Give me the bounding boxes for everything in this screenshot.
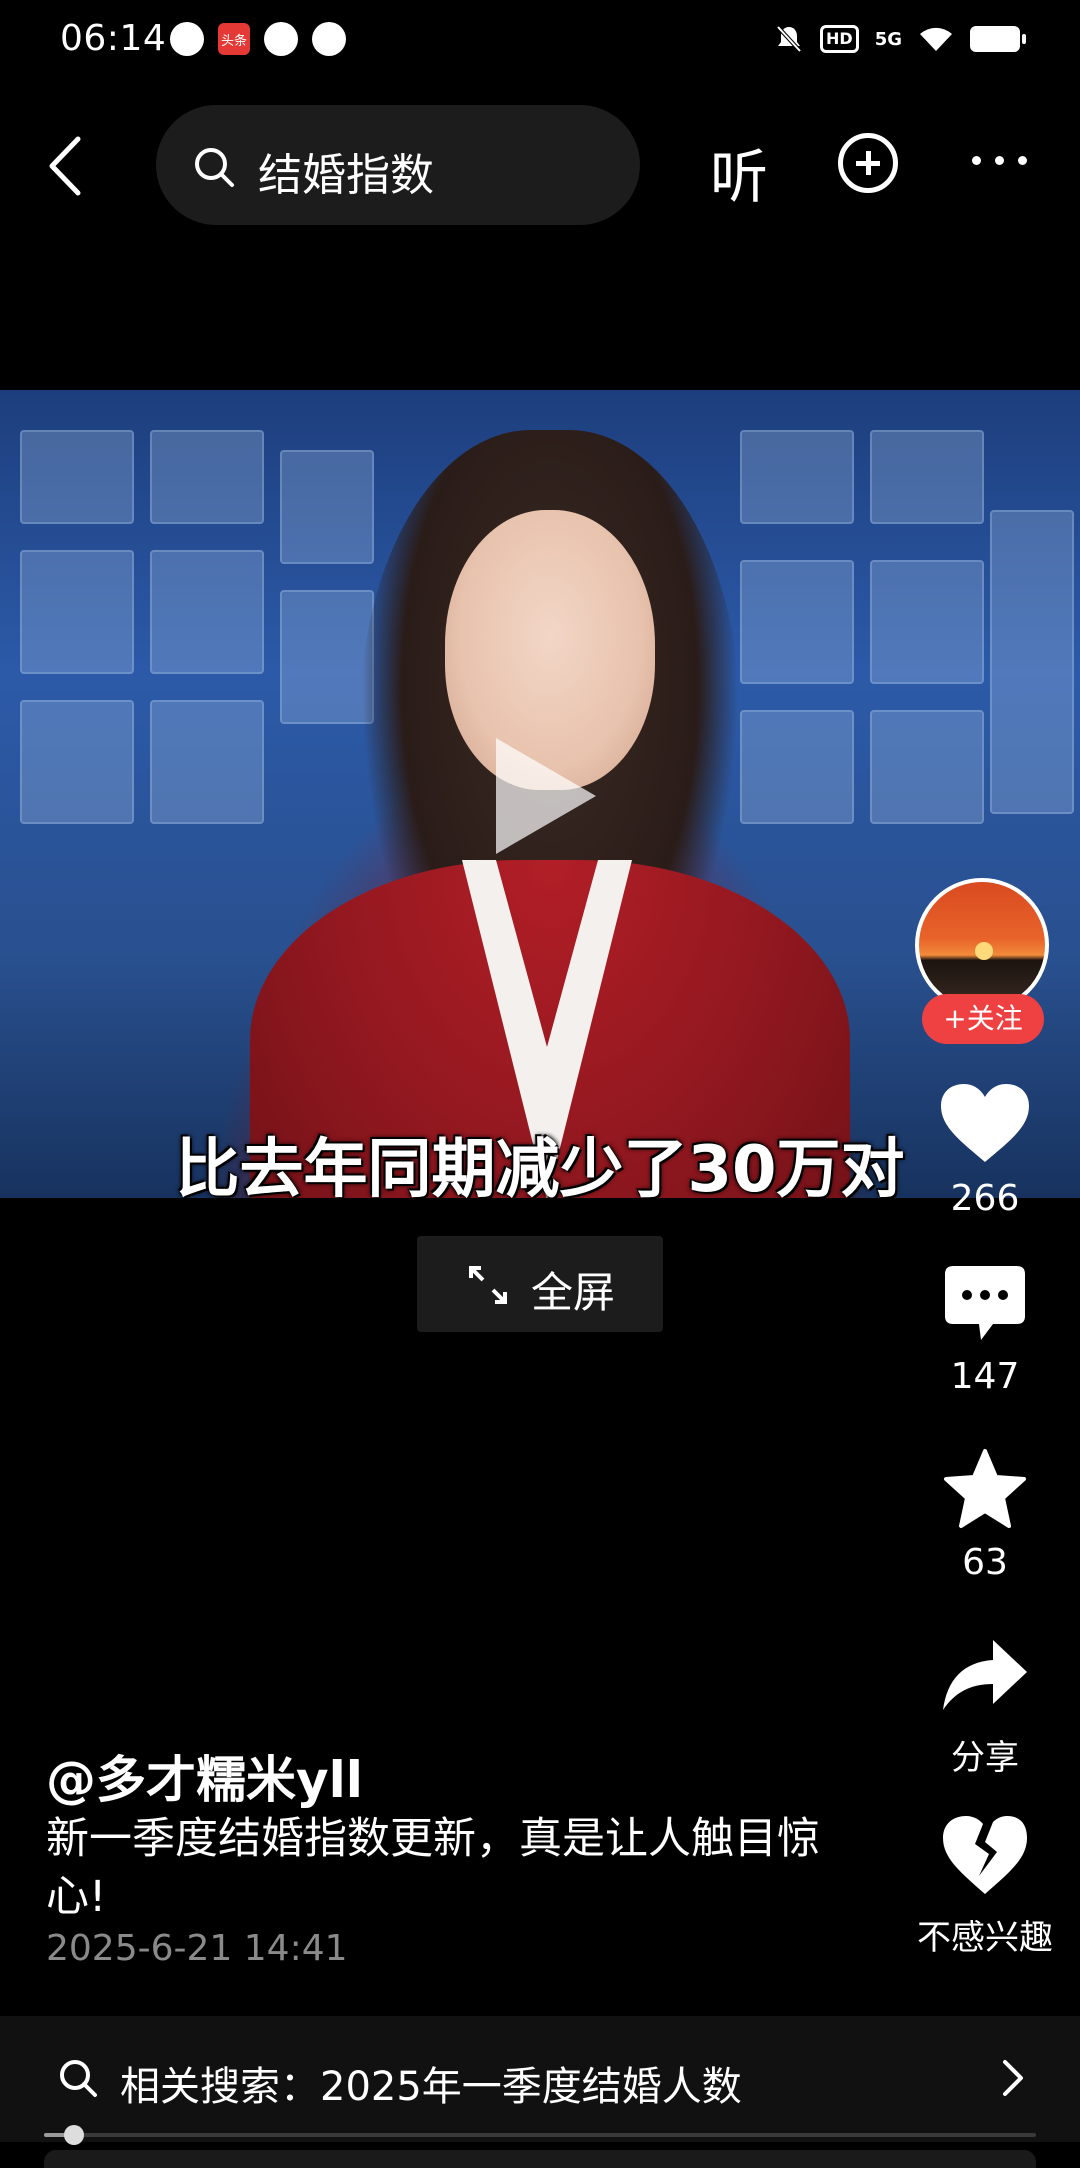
hd-icon: HD bbox=[820, 25, 859, 53]
share-arrow-icon bbox=[943, 1640, 1027, 1710]
search-query: 结婚指数 bbox=[258, 150, 434, 201]
video-player[interactable]: 比去年同期减少了30万对 bbox=[0, 390, 1080, 1198]
mute-bell-icon bbox=[776, 25, 802, 53]
expand-icon bbox=[469, 1266, 507, 1304]
author-handle[interactable]: @多才糯米yll bbox=[46, 1740, 363, 1812]
listen-button[interactable]: 听 bbox=[710, 130, 768, 214]
like-button[interactable]: 266 bbox=[900, 1082, 1070, 1219]
back-arrow-icon[interactable] bbox=[44, 133, 88, 199]
follow-button[interactable]: +关注 bbox=[922, 994, 1044, 1044]
toutiao-app-icon: 头条 bbox=[218, 23, 250, 55]
bottom-panel-edge bbox=[44, 2150, 1036, 2168]
post-caption: 新一季度结婚指数更新，真是让人触目惊心! bbox=[46, 1814, 820, 1922]
status-time: 06:14 bbox=[60, 18, 167, 59]
not-interested-button[interactable]: 不感兴趣 bbox=[900, 1814, 1070, 1959]
search-icon bbox=[195, 148, 234, 187]
related-search-bar[interactable]: 相关搜索：2025年一季度结婚人数 bbox=[0, 2016, 1080, 2142]
weather-icon bbox=[312, 22, 346, 56]
comment-button[interactable]: 147 bbox=[900, 1264, 1070, 1397]
add-icon[interactable] bbox=[838, 133, 898, 193]
comment-icon bbox=[945, 1266, 1025, 1340]
related-search-text: 相关搜索：2025年一季度结婚人数 bbox=[120, 2064, 742, 2110]
broken-heart-icon bbox=[943, 1816, 1027, 1894]
chevron-right-icon bbox=[1003, 2060, 1023, 2096]
share-button[interactable]: 分享 bbox=[900, 1636, 1070, 1779]
comment-count: 147 bbox=[950, 1356, 1020, 1397]
more-options-icon[interactable] bbox=[972, 156, 1027, 165]
favorite-button[interactable]: 63 bbox=[900, 1448, 1070, 1583]
fullscreen-button[interactable]: 全屏 bbox=[417, 1236, 663, 1332]
favorite-count: 63 bbox=[962, 1542, 1008, 1583]
play-icon[interactable] bbox=[496, 738, 596, 854]
notification-icons: 头条 bbox=[170, 22, 346, 56]
wifi-icon bbox=[920, 27, 952, 51]
post-date: 2025-6-21 14:41 bbox=[46, 1928, 348, 1969]
star-icon bbox=[944, 1449, 1026, 1528]
search-icon bbox=[60, 2060, 97, 2097]
not-interested-label: 不感兴趣 bbox=[917, 1918, 1053, 1958]
status-bar: 06:14 头条 HD 5G bbox=[0, 0, 1080, 86]
author-avatar[interactable] bbox=[915, 878, 1049, 1012]
app-notification-icon bbox=[170, 22, 204, 56]
like-count: 266 bbox=[950, 1178, 1020, 1219]
video-progress-bar[interactable] bbox=[44, 2125, 1036, 2145]
share-label: 分享 bbox=[951, 1738, 1019, 1778]
fullscreen-label: 全屏 bbox=[531, 1268, 616, 1317]
progress-handle[interactable] bbox=[63, 2125, 84, 2145]
message-icon bbox=[264, 22, 298, 56]
heart-icon bbox=[941, 1084, 1029, 1162]
battery-icon bbox=[970, 26, 1026, 52]
signal-icon: 5G bbox=[874, 28, 902, 50]
top-bar: 结婚指数 听 bbox=[0, 100, 1080, 230]
search-bar[interactable]: 结婚指数 bbox=[156, 105, 640, 225]
system-icons: HD 5G bbox=[774, 24, 1026, 54]
